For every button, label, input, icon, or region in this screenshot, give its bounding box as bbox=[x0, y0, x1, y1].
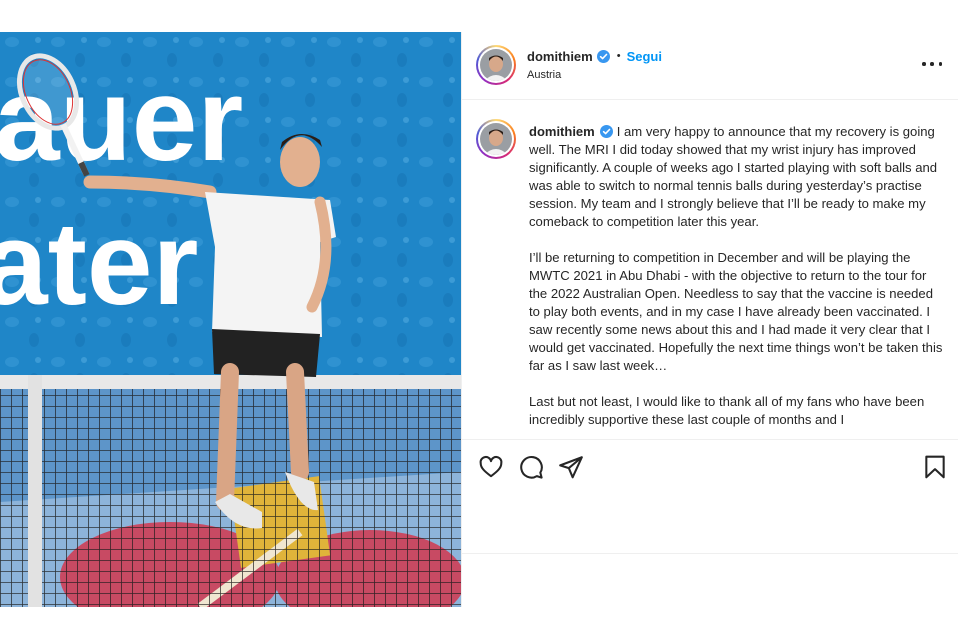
more-options-icon[interactable] bbox=[922, 56, 942, 72]
post-photo[interactable]: auer ater bbox=[0, 32, 461, 607]
post-container: auer ater domithiem • Segui Austria domi… bbox=[0, 32, 958, 607]
caption-text: domithiem I am very happy to announce tha… bbox=[529, 123, 943, 439]
comment-icon[interactable] bbox=[518, 454, 544, 480]
avatar[interactable] bbox=[476, 45, 516, 85]
caption-paragraph-1: I am very happy to announce that my reco… bbox=[529, 124, 938, 229]
caption-username[interactable]: domithiem bbox=[529, 124, 595, 139]
follow-button[interactable]: Segui bbox=[627, 49, 662, 64]
separator-dot: • bbox=[616, 50, 621, 62]
caption-paragraph-3: Last but not least, I would like to than… bbox=[529, 394, 925, 427]
share-icon[interactable] bbox=[558, 454, 584, 480]
caption-avatar[interactable] bbox=[476, 119, 516, 159]
username[interactable]: domithiem bbox=[527, 49, 593, 64]
caption-paragraph-2: I’ll be returning to competition in Dece… bbox=[529, 250, 943, 373]
post-side-panel: domithiem • Segui Austria domithiem I am … bbox=[461, 32, 958, 607]
verified-badge-icon bbox=[599, 125, 613, 138]
caption-area: domithiem I am very happy to announce tha… bbox=[462, 101, 958, 439]
location-label[interactable]: Austria bbox=[527, 69, 561, 81]
banner-text-bottom: ater bbox=[0, 198, 198, 330]
verified-badge-icon bbox=[596, 49, 610, 63]
heart-icon[interactable] bbox=[478, 454, 504, 480]
action-bar bbox=[462, 439, 958, 554]
post-header: domithiem • Segui Austria bbox=[462, 32, 958, 100]
bookmark-icon[interactable] bbox=[922, 454, 948, 480]
